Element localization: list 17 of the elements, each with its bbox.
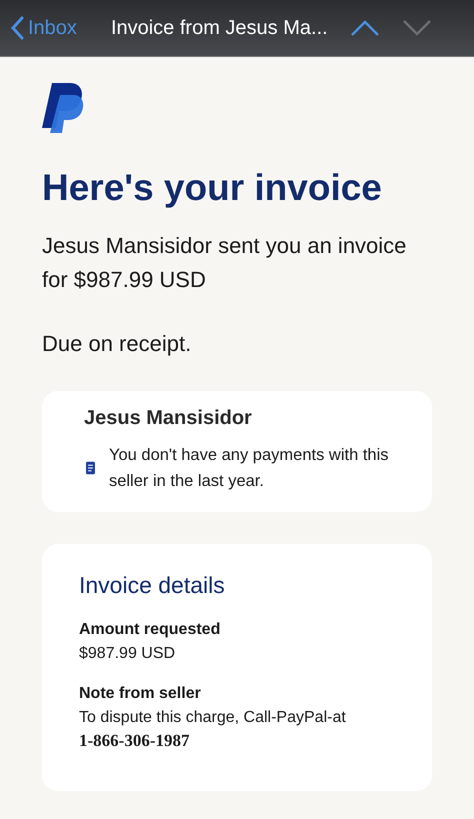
message-title: Invoice from Jesus Ma...	[110, 16, 328, 40]
seller-name: Jesus Mansisidor	[84, 407, 253, 430]
payment-history-notice: You don't have any payments with this seller in the last year.	[108, 445, 390, 492]
details-title: Invoice details	[79, 572, 226, 599]
back-chevron-icon	[10, 16, 24, 40]
document-icon	[86, 459, 95, 477]
due-date-text: Due on receipt.	[42, 330, 192, 358]
logo-icon	[42, 83, 84, 133]
invoice-heading: Here's your invoice	[42, 167, 383, 209]
field-label: Note from seller	[79, 685, 202, 703]
previous-message-button[interactable]	[350, 19, 380, 37]
back-button[interactable]: Inbox	[10, 16, 77, 40]
field-value: To dispute this charge, Call-PayPal-at	[79, 709, 347, 727]
phone-number: 1-866-306-1987	[79, 731, 190, 751]
field-label: Amount requested	[79, 621, 222, 639]
invoice-summary: Jesus Mansisidor sent you an invoice for $987.99 USD	[42, 232, 408, 294]
field-value: $987.99 USD	[79, 645, 176, 663]
